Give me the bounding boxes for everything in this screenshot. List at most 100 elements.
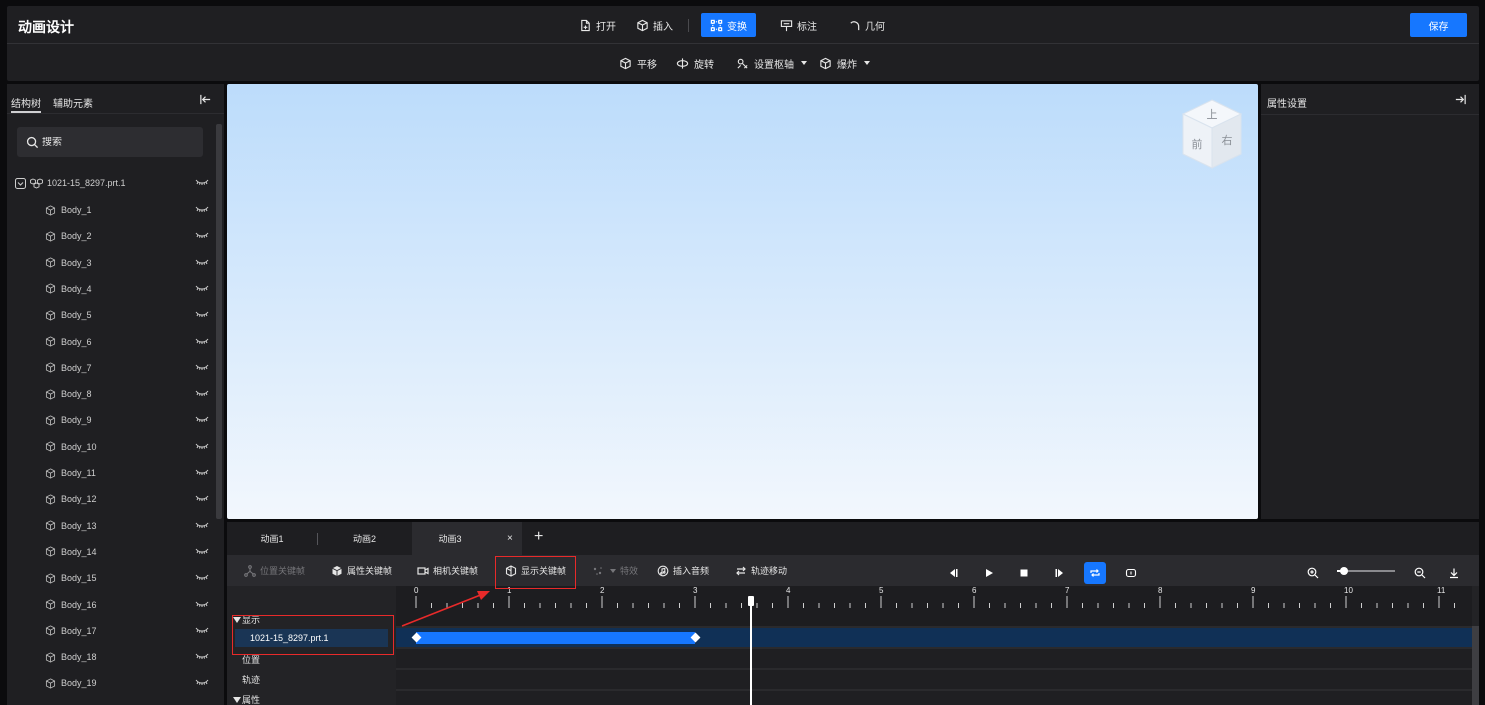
eye-closed-icon[interactable] (195, 231, 209, 240)
track-move-button[interactable]: 轨迹移动 (735, 564, 787, 577)
cube-icon (45, 310, 56, 321)
properties-header: 属性设置 (1261, 84, 1479, 115)
track-lane-position[interactable] (396, 649, 1472, 668)
collapse-right-icon[interactable] (1454, 93, 1467, 106)
eye-closed-icon[interactable] (195, 626, 209, 635)
tree-item[interactable]: Body_9 (7, 410, 217, 430)
time-ruler[interactable]: 0 1 2 3 4 5 6 7 8 9 10 11 (396, 586, 1472, 626)
viewcube-top-face[interactable]: 上 (1207, 108, 1218, 121)
tree-item[interactable]: Body_12 (7, 489, 217, 509)
zoom-slider-handle[interactable] (1339, 567, 1348, 575)
menu-geometry[interactable]: 几何 (839, 13, 894, 37)
viewcube-right-face[interactable]: 右 (1222, 133, 1233, 147)
chevron-down-icon[interactable] (15, 177, 26, 189)
tool-pivot[interactable]: 设置枢轴 (736, 52, 807, 74)
timeline[interactable]: 0 1 2 3 4 5 6 7 8 9 10 11 (396, 586, 1472, 705)
playhead[interactable] (749, 598, 752, 705)
tab-helper-elements[interactable]: 辅助元素 (53, 95, 93, 110)
group-attribute-label: 属性 (242, 695, 261, 705)
tree-item[interactable]: Body_11 (7, 463, 217, 483)
group-attribute[interactable]: 属性 (233, 693, 260, 705)
menu-open[interactable]: 打开 (570, 13, 625, 37)
stop-button[interactable] (1013, 562, 1035, 584)
step-back-icon (950, 569, 958, 577)
menu-transform[interactable]: 变换 (701, 13, 756, 37)
tree-item[interactable]: Body_18 (7, 647, 217, 667)
tab-animation-1[interactable]: 动画1 (227, 522, 317, 555)
add-tab-icon[interactable]: + (534, 528, 543, 546)
collapse-panel-button[interactable] (1443, 562, 1465, 584)
position-keyframe-button[interactable]: 位置关键帧 (244, 564, 305, 577)
tool-translate[interactable]: 平移 (619, 52, 657, 74)
tree-item[interactable]: Body_10 (7, 437, 217, 457)
play-once-toggle[interactable] (1120, 562, 1142, 584)
zoom-in-button[interactable] (1302, 562, 1324, 584)
tree-item[interactable]: Body_8 (7, 384, 217, 404)
next-frame-button[interactable] (1049, 562, 1071, 584)
tree-item[interactable]: Body_5 (7, 305, 217, 325)
tree-item[interactable]: Body_3 (7, 253, 217, 273)
eye-closed-icon[interactable] (195, 573, 209, 582)
tool-explode[interactable]: 爆炸 (819, 52, 870, 74)
zoom-out-button[interactable] (1409, 562, 1431, 584)
zoom-slider[interactable] (1337, 567, 1395, 575)
track-lane-trajectory[interactable] (396, 670, 1472, 689)
timeline-scrollbar[interactable] (1472, 626, 1479, 705)
play-button[interactable] (978, 562, 1000, 584)
keyframe-span[interactable] (416, 632, 695, 644)
tree-item[interactable]: Body_7 (7, 358, 217, 378)
tree-item[interactable]: Body_2 (7, 226, 217, 246)
eye-closed-icon[interactable] (195, 258, 209, 267)
eye-closed-icon[interactable] (195, 337, 209, 346)
save-button[interactable]: 保存 (1410, 13, 1467, 37)
tab-animation-3[interactable]: 动画3 (412, 522, 522, 555)
collapse-left-icon[interactable] (199, 93, 212, 106)
tree-item[interactable]: Body_6 (7, 332, 217, 352)
loop-toggle[interactable] (1084, 562, 1106, 584)
eye-closed-icon[interactable] (195, 415, 209, 424)
previous-frame-button[interactable] (942, 562, 964, 584)
eye-closed-icon[interactable] (195, 600, 209, 609)
tree-item[interactable]: Body_13 (7, 516, 217, 536)
camera-keyframe-button[interactable]: 相机关键帧 (417, 564, 478, 577)
insert-audio-button[interactable]: 插入音频 (657, 564, 709, 577)
tree-item[interactable]: Body_19 (7, 673, 217, 693)
search-input[interactable] (42, 136, 192, 148)
tree-scrollbar[interactable] (216, 124, 222, 519)
tree-item[interactable]: Body_17 (7, 621, 217, 641)
eye-closed-icon[interactable] (195, 468, 209, 477)
tree-item[interactable]: Body_15 (7, 568, 217, 588)
viewcube-front-face[interactable]: 前 (1192, 137, 1203, 151)
eye-closed-icon[interactable] (195, 284, 209, 293)
tree-item[interactable]: Body_4 (7, 279, 217, 299)
eye-closed-icon[interactable] (195, 494, 209, 503)
tree-item[interactable]: Body_14 (7, 542, 217, 562)
tree-item[interactable]: Body_16 (7, 595, 217, 615)
tree-root-item[interactable]: 1021-15_8297.prt.1 (7, 173, 217, 193)
eye-closed-icon[interactable] (195, 310, 209, 319)
menu-insert[interactable]: 插入 (627, 13, 682, 37)
close-icon[interactable]: × (507, 533, 513, 544)
eye-closed-icon[interactable] (195, 389, 209, 398)
view-cube[interactable]: 上 前 右 (1179, 98, 1245, 170)
tree-item[interactable]: Body_1 (7, 200, 217, 220)
search-box[interactable] (17, 127, 203, 157)
3d-viewport[interactable]: 上 前 右 (227, 84, 1258, 519)
track-lane-attribute[interactable] (396, 691, 1472, 705)
eye-closed-icon[interactable] (195, 678, 209, 687)
eye-closed-icon[interactable] (195, 442, 209, 451)
group-trajectory[interactable]: 轨迹 (242, 673, 260, 686)
eye-closed-icon[interactable] (195, 205, 209, 214)
eye-closed-icon[interactable] (195, 652, 209, 661)
effects-button[interactable]: 特效 (592, 564, 638, 577)
eye-closed-icon[interactable] (195, 363, 209, 372)
eye-closed-icon[interactable] (195, 178, 209, 187)
attribute-keyframe-button[interactable]: 属性关键帧 (331, 564, 392, 577)
tool-rotate[interactable]: 旋转 (676, 52, 714, 74)
eye-closed-icon[interactable] (195, 521, 209, 530)
eye-closed-icon[interactable] (195, 547, 209, 556)
menu-annotate[interactable]: 标注 (771, 13, 826, 37)
tab-structure-tree[interactable]: 结构树 (11, 95, 41, 113)
tab-animation-2[interactable]: 动画2 (318, 522, 411, 555)
track-move-icon (736, 566, 746, 575)
